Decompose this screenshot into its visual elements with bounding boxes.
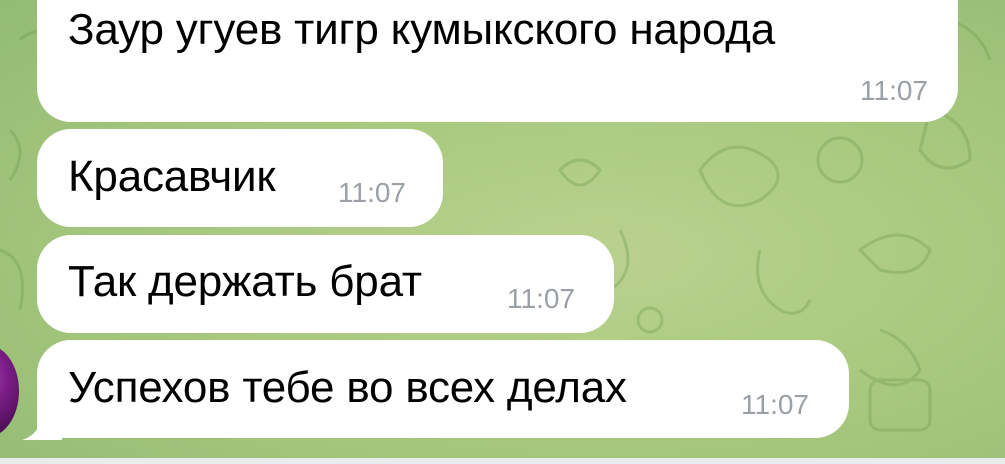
message-time: 11:07	[338, 177, 406, 208]
message-bubble[interactable]: Заур угуев тигр кумыкского народа 11:07	[37, 0, 958, 122]
message-time: 11:07	[507, 283, 575, 314]
message-bubble[interactable]: Так держать брат 11:07	[37, 235, 614, 333]
message-bubble[interactable]: Успехов тебе во всех делах 11:07	[37, 340, 849, 438]
input-bar-edge	[0, 458, 1005, 464]
message-text: Так держать брат	[68, 257, 422, 306]
message-time: 11:07	[741, 389, 809, 420]
message-text: Успехов тебе во всех делах	[68, 363, 627, 412]
message-text: Заур угуев тигр кумыкского народа	[68, 5, 776, 54]
message-time: 11:07	[860, 75, 928, 106]
message-text: Красавчик	[68, 152, 276, 201]
message-bubble[interactable]: Красавчик 11:07	[37, 129, 443, 227]
